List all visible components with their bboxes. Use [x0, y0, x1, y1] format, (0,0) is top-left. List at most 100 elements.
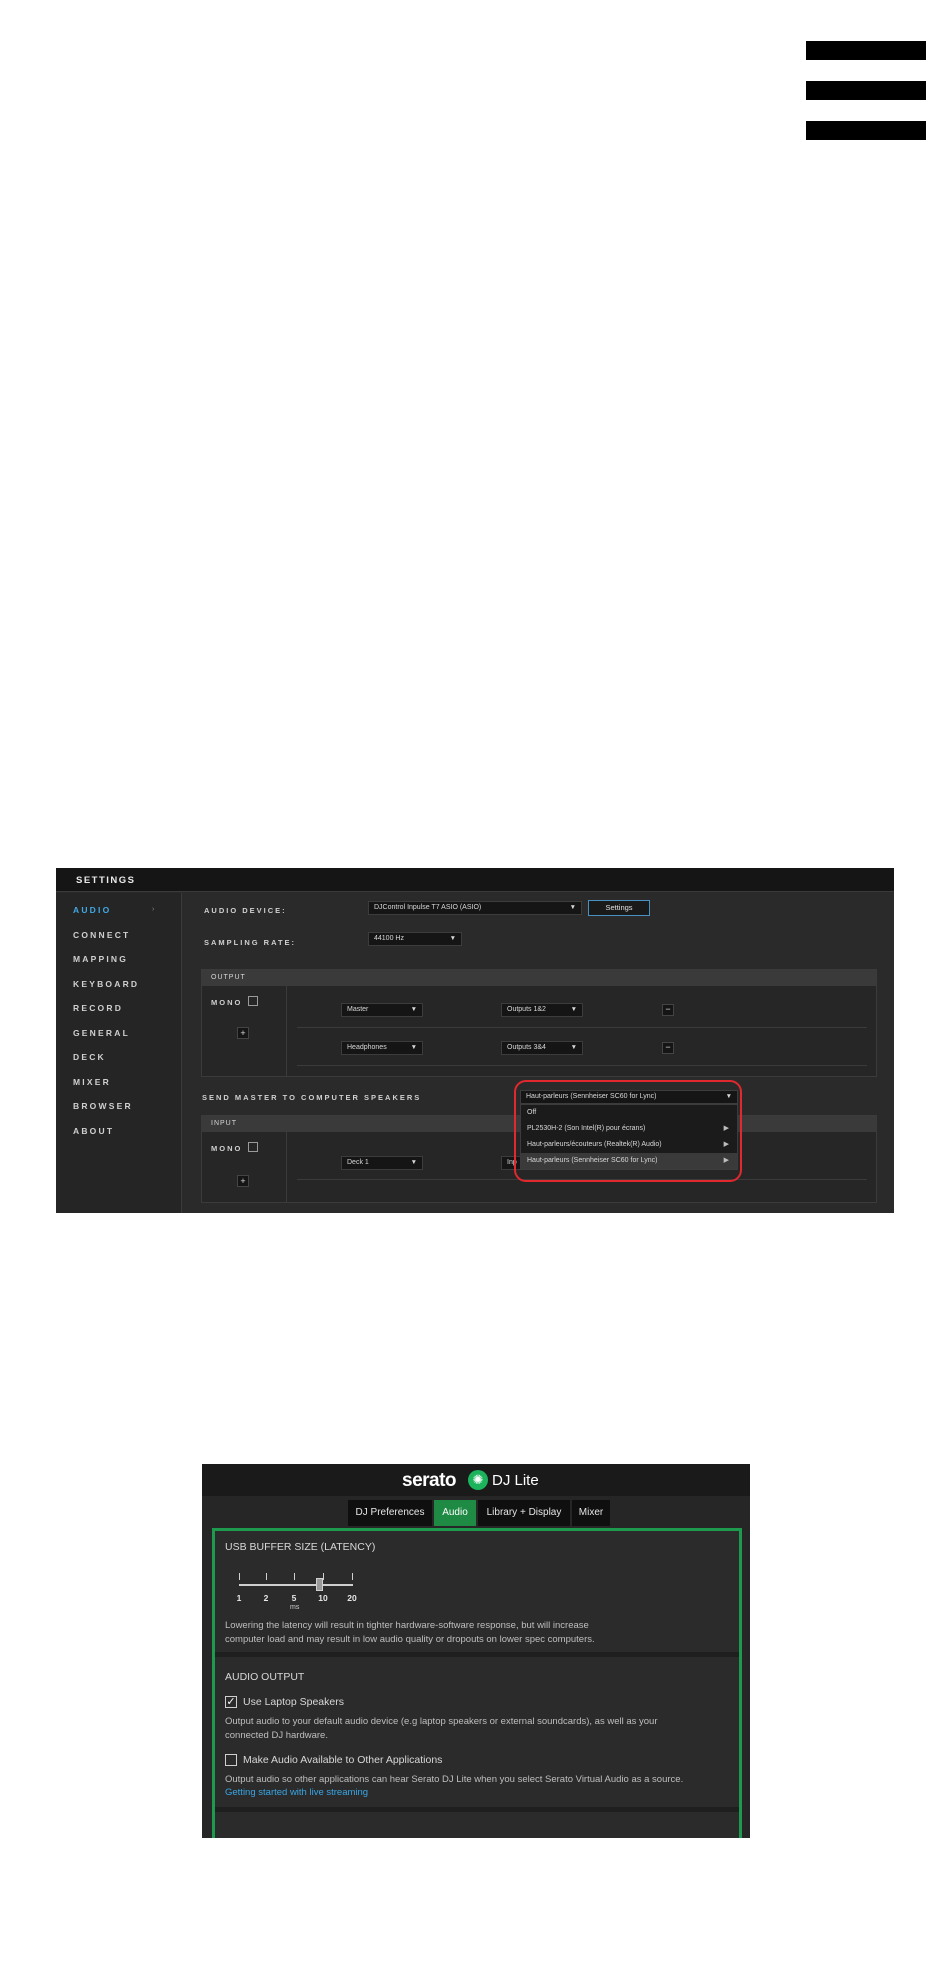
- tab-mixer[interactable]: Mixer: [572, 1500, 610, 1526]
- input-dest-value: Inp: [507, 1159, 517, 1166]
- checkmark-icon: ✓: [226, 1696, 236, 1708]
- output-mono-label: MONO: [211, 998, 243, 1007]
- logo-suffix: DJ Lite: [492, 1472, 539, 1489]
- chevron-down-icon: ▼: [410, 1159, 417, 1166]
- sidebar-active-caret-icon: ›: [152, 906, 155, 913]
- laptop-note-line-1: Output audio to your default audio devic…: [225, 1716, 658, 1727]
- output-divider: [286, 986, 287, 1076]
- remove-output-button-headphones[interactable]: −: [662, 1042, 674, 1054]
- output-source-dropdown-headphones[interactable]: Headphones ▼: [341, 1041, 423, 1055]
- slider-tick-label: 5: [291, 1593, 297, 1603]
- tab-audio[interactable]: Audio: [434, 1500, 476, 1526]
- chevron-down-icon: ▼: [410, 1044, 417, 1051]
- speaker-menu-item-off[interactable]: Off: [521, 1105, 737, 1121]
- computer-speakers-dropdown[interactable]: Haut-parleurs (Sennheiser SC60 for Lync)…: [520, 1090, 738, 1104]
- sidebar-item-about[interactable]: ABOUT: [73, 1126, 114, 1136]
- buffer-note-line-1: Lowering the latency will result in tigh…: [225, 1620, 589, 1631]
- speaker-menu-item-label: PL2530H-2 (Son Intel(R) pour écrans): [527, 1125, 646, 1132]
- output-dest-value: Outputs 1&2: [507, 1006, 546, 1013]
- sidebar-item-deck[interactable]: DECK: [73, 1052, 106, 1062]
- output-source-value: Headphones: [347, 1044, 387, 1051]
- remove-output-button-master[interactable]: −: [662, 1004, 674, 1016]
- slider-tick-label: 10: [318, 1593, 328, 1603]
- use-laptop-speakers-checkbox[interactable]: ✓: [225, 1696, 237, 1708]
- usb-buffer-title: USB BUFFER SIZE (LATENCY): [225, 1541, 376, 1553]
- sidebar-item-general[interactable]: GENERAL: [73, 1028, 130, 1038]
- sidebar-item-mixer[interactable]: MIXER: [73, 1077, 111, 1087]
- speaker-menu-item-realtek[interactable]: Haut-parleurs/écouteurs (Realtek(R) Audi…: [521, 1137, 737, 1153]
- slider-knob[interactable]: [316, 1578, 323, 1591]
- slider-tick: [266, 1573, 267, 1580]
- live-streaming-link[interactable]: Getting started with live streaming: [225, 1787, 368, 1798]
- sidebar-item-record[interactable]: RECORD: [73, 1003, 123, 1013]
- make-available-note: Output audio so other applications can h…: [225, 1774, 684, 1785]
- sidebar-item-connect[interactable]: CONNECT: [73, 930, 130, 940]
- sampling-rate-dropdown[interactable]: 44100 Hz ▼: [368, 932, 462, 946]
- audio-device-settings-button[interactable]: Settings: [588, 900, 650, 916]
- make-audio-available-label[interactable]: Make Audio Available to Other Applicatio…: [243, 1754, 442, 1766]
- serato-badge-icon: ✺: [468, 1470, 488, 1490]
- add-output-button[interactable]: +: [237, 1027, 249, 1039]
- sidebar-item-mapping[interactable]: MAPPING: [73, 954, 128, 964]
- output-dest-dropdown-3-4[interactable]: Outputs 3&4 ▼: [501, 1041, 583, 1055]
- audio-device-dropdown[interactable]: DJControl Inpulse T7 ASIO (ASIO) ▼: [368, 901, 582, 915]
- slider-tick-label: 1: [236, 1593, 242, 1603]
- slider-tick: [352, 1573, 353, 1580]
- section-divider: [215, 1652, 739, 1657]
- submenu-arrow-icon: ▶: [723, 1125, 729, 1132]
- output-source-value: Master: [347, 1006, 369, 1013]
- slider-unit-label: ms: [290, 1604, 300, 1611]
- speaker-menu-item-pl2530h[interactable]: PL2530H-2 (Son Intel(R) pour écrans) ▶: [521, 1121, 737, 1137]
- tab-dj-preferences[interactable]: DJ Preferences: [348, 1500, 432, 1526]
- sampling-rate-value: 44100 Hz: [374, 935, 404, 942]
- audio-device-label: AUDIO DEVICE:: [204, 906, 287, 915]
- sidebar-item-audio[interactable]: AUDIO: [73, 905, 111, 915]
- hamburger-menu-icon[interactable]: [806, 41, 926, 141]
- slider-tick-label: 20: [347, 1593, 357, 1603]
- make-audio-available-checkbox[interactable]: [225, 1754, 237, 1766]
- computer-speakers-value: Haut-parleurs (Sennheiser SC60 for Lync): [526, 1093, 657, 1100]
- submenu-arrow-icon: ▶: [723, 1141, 729, 1148]
- tab-library-display[interactable]: Library + Display: [478, 1500, 570, 1526]
- output-mono-checkbox[interactable]: [248, 996, 258, 1006]
- chevron-down-icon: ▼: [570, 1044, 577, 1051]
- settings-window: SETTINGS AUDIO › CONNECT MAPPING KEYBOAR…: [56, 868, 894, 1213]
- chevron-down-icon: ▼: [570, 1006, 577, 1013]
- input-source-dropdown[interactable]: Deck 1 ▼: [341, 1156, 423, 1170]
- settings-titlebar: SETTINGS: [56, 868, 894, 892]
- input-source-value: Deck 1: [347, 1159, 369, 1166]
- chevron-down-icon: ▼: [569, 904, 576, 911]
- slider-tick: [323, 1573, 324, 1580]
- output-row-divider: [297, 1027, 867, 1028]
- serato-header: serato ✺ DJ Lite: [202, 1464, 750, 1496]
- buffer-note-line-2: computer load and may result in low audi…: [225, 1634, 595, 1645]
- computer-speakers-menu: Off PL2530H-2 (Son Intel(R) pour écrans)…: [520, 1104, 738, 1170]
- output-source-dropdown-master[interactable]: Master ▼: [341, 1003, 423, 1017]
- speaker-menu-item-label: Haut-parleurs (Sennheiser SC60 for Lync): [527, 1157, 658, 1164]
- add-input-button[interactable]: +: [237, 1175, 249, 1187]
- settings-sidebar: AUDIO › CONNECT MAPPING KEYBOARD RECORD …: [56, 893, 182, 1213]
- slider-tick: [294, 1573, 295, 1580]
- sidebar-item-keyboard[interactable]: KEYBOARD: [73, 979, 139, 989]
- speaker-menu-item-label: Haut-parleurs/écouteurs (Realtek(R) Audi…: [527, 1141, 662, 1148]
- chevron-down-icon: ▼: [449, 935, 456, 942]
- use-laptop-speakers-label[interactable]: Use Laptop Speakers: [243, 1696, 344, 1708]
- input-header-label: INPUT: [211, 1120, 237, 1127]
- audio-settings-content: USB BUFFER SIZE (LATENCY) 1 2 5 10 20 ms…: [212, 1528, 742, 1838]
- slider-tick-label: 2: [263, 1593, 269, 1603]
- output-dest-value: Outputs 3&4: [507, 1044, 546, 1051]
- output-header-label: OUTPUT: [211, 974, 246, 981]
- output-dest-dropdown-1-2[interactable]: Outputs 1&2 ▼: [501, 1003, 583, 1017]
- input-mono-checkbox[interactable]: [248, 1142, 258, 1152]
- submenu-arrow-icon: ▶: [723, 1157, 729, 1164]
- chevron-down-icon: ▼: [410, 1006, 417, 1013]
- speaker-menu-item-sennheiser[interactable]: Haut-parleurs (Sennheiser SC60 for Lync)…: [521, 1153, 737, 1169]
- sidebar-item-browser[interactable]: BROWSER: [73, 1101, 133, 1111]
- settings-title: SETTINGS: [76, 875, 136, 886]
- serato-preferences-window: serato ✺ DJ Lite DJ Preferences Audio Li…: [202, 1464, 750, 1838]
- speaker-menu-item-label: Off: [527, 1109, 537, 1116]
- logo-wordmark: serato: [402, 1470, 457, 1491]
- audio-output-title: AUDIO OUTPUT: [225, 1671, 305, 1683]
- output-row-divider: [297, 1065, 867, 1066]
- chevron-down-icon: ▼: [725, 1093, 732, 1100]
